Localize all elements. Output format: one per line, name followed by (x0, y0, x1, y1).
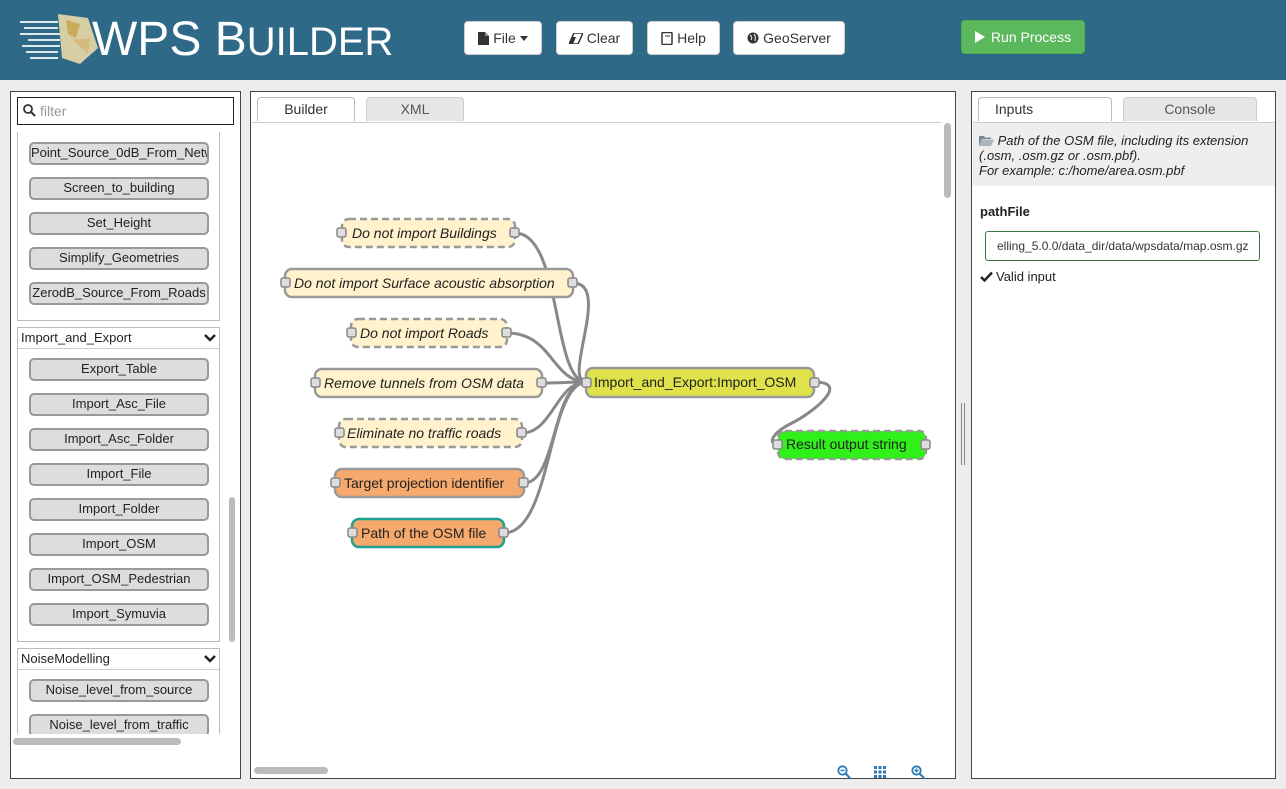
process-item[interactable]: Import_OSM (29, 533, 209, 556)
wire (572, 281, 590, 384)
filter-field[interactable] (17, 97, 234, 125)
check-icon (980, 271, 993, 282)
wire (503, 380, 587, 535)
process-list-panel: Point_Source_0dB_From_Network Screen_to_… (10, 91, 241, 779)
zoom-in-icon[interactable] (911, 765, 925, 779)
path-file-input[interactable]: elling_5.0.0/data_dir/data/wpsdata/map.o… (985, 231, 1260, 261)
svg-text:Result output string: Result output string (786, 436, 907, 452)
group-header[interactable]: NoiseModelling (18, 649, 219, 670)
app-header: WPS BUILDER File Clear Help GeoServer Ru… (0, 0, 1286, 80)
node-result-output[interactable]: Result output string (772, 429, 931, 461)
process-item[interactable]: Import_Asc_File (29, 393, 209, 416)
svg-text:Do not import Surface acoustic: Do not import Surface acoustic absorptio… (294, 275, 555, 291)
validation-status: Valid input (980, 269, 1056, 284)
inspector-panel: Inputs Console Path of the OSM file, inc… (971, 91, 1276, 779)
process-tree: Point_Source_0dB_From_Network Screen_to_… (11, 132, 227, 734)
description-line: For example: c:/home/area.osm.pbf (979, 163, 1185, 178)
file-icon (478, 31, 490, 45)
description-line: (.osm, .osm.gz or .osm.pbf). (979, 148, 1141, 163)
process-item[interactable]: Screen_to_building (29, 177, 209, 200)
process-item[interactable]: Import_Symuvia (29, 603, 209, 626)
group-header[interactable]: Import_and_Export (18, 328, 219, 349)
node-eliminate-no-traffic[interactable]: Eliminate no traffic roads (334, 417, 527, 449)
workflow-graph: Do not import Buildings Do not import Su… (280, 217, 931, 549)
svg-text:Remove tunnels from OSM data: Remove tunnels from OSM data (324, 375, 524, 391)
help-button[interactable]: Help (647, 21, 720, 55)
node-do-not-import-buildings[interactable]: Do not import Buildings (336, 217, 520, 249)
wire (514, 231, 587, 384)
description-line: Path of the OSM file, including its exte… (997, 133, 1249, 148)
group-noisemodelling: NoiseModelling Noise_level_from_source N… (17, 648, 220, 734)
process-item[interactable]: Export_Table (29, 358, 209, 381)
tab-xml[interactable]: XML (366, 97, 464, 121)
input-description: Path of the OSM file, including its exte… (973, 122, 1275, 186)
process-item[interactable]: Simplify_Geometries (29, 247, 209, 270)
zoom-out-icon[interactable] (837, 765, 851, 779)
chevron-down-icon[interactable] (204, 334, 216, 342)
node-path-of-osm-file[interactable]: Path of the OSM file (347, 517, 509, 549)
chevron-down-icon[interactable] (204, 655, 216, 663)
node-do-not-import-surface[interactable]: Do not import Surface acoustic absorptio… (280, 267, 578, 299)
process-item[interactable]: Noise_level_from_traffic (29, 714, 209, 734)
book-icon (661, 31, 673, 45)
clear-button[interactable]: Clear (556, 21, 633, 55)
tab-builder[interactable]: Builder (257, 97, 355, 121)
group-import-and-export: Import_and_Export Export_Table Import_As… (17, 327, 220, 642)
caret-down-icon (519, 35, 528, 41)
svg-text:Do not import Roads: Do not import Roads (360, 325, 488, 341)
node-remove-tunnels[interactable]: Remove tunnels from OSM data (310, 367, 547, 399)
geoserver-button[interactable]: GeoServer (733, 21, 845, 55)
play-icon (974, 31, 985, 43)
tab-inputs[interactable]: Inputs (978, 97, 1112, 121)
process-item[interactable]: Import_File (29, 463, 209, 486)
horizontal-scrollbar[interactable] (13, 738, 181, 745)
svg-text:Import_and_Export:Import_OSM: Import_and_Export:Import_OSM (594, 374, 796, 390)
search-icon (23, 104, 36, 117)
app-title: WPS BUILDER (92, 13, 394, 66)
node-target-projection[interactable]: Target projection identifier (330, 467, 529, 499)
eraser-icon (568, 32, 583, 44)
process-group: Point_Source_0dB_From_Network Screen_to_… (17, 132, 220, 321)
workflow-canvas[interactable]: Do not import Buildings Do not import Su… (252, 122, 941, 779)
fit-grid-icon[interactable] (873, 765, 887, 779)
run-process-button[interactable]: Run Process (961, 20, 1085, 54)
panel-resize-handle[interactable] (961, 403, 966, 465)
process-item[interactable]: Point_Source_0dB_From_Network (29, 142, 209, 165)
tab-console[interactable]: Console (1123, 97, 1257, 121)
filter-input[interactable] (40, 101, 228, 121)
svg-text:Do not import Buildings: Do not import Buildings (352, 225, 497, 241)
folder-open-icon (979, 136, 994, 146)
builder-panel: Builder XML Do not import Buildings Do n… (250, 91, 956, 779)
process-item[interactable]: Import_OSM_Pedestrian (29, 568, 209, 591)
vertical-scrollbar[interactable] (229, 497, 235, 642)
globe-icon (747, 32, 759, 44)
process-item[interactable]: Import_Asc_Folder (29, 428, 209, 451)
horizontal-scrollbar[interactable] (254, 767, 328, 774)
svg-text:Path of the OSM file: Path of the OSM file (361, 525, 486, 541)
svg-text:Target projection identifier: Target projection identifier (344, 475, 505, 491)
node-do-not-import-roads[interactable]: Do not import Roads (346, 317, 512, 349)
svg-text:Eliminate no traffic roads: Eliminate no traffic roads (347, 425, 501, 441)
process-item[interactable]: Import_Folder (29, 498, 209, 521)
process-item[interactable]: Set_Height (29, 212, 209, 235)
param-label: pathFile (980, 204, 1030, 219)
vertical-scrollbar[interactable] (944, 123, 951, 198)
process-item[interactable]: Noise_level_from_source (29, 679, 209, 702)
file-menu-button[interactable]: File (464, 21, 542, 55)
node-import-osm-process[interactable]: Import_and_Export:Import_OSM (581, 366, 820, 399)
process-item[interactable]: ZerodB_Source_From_Roads (29, 282, 209, 305)
